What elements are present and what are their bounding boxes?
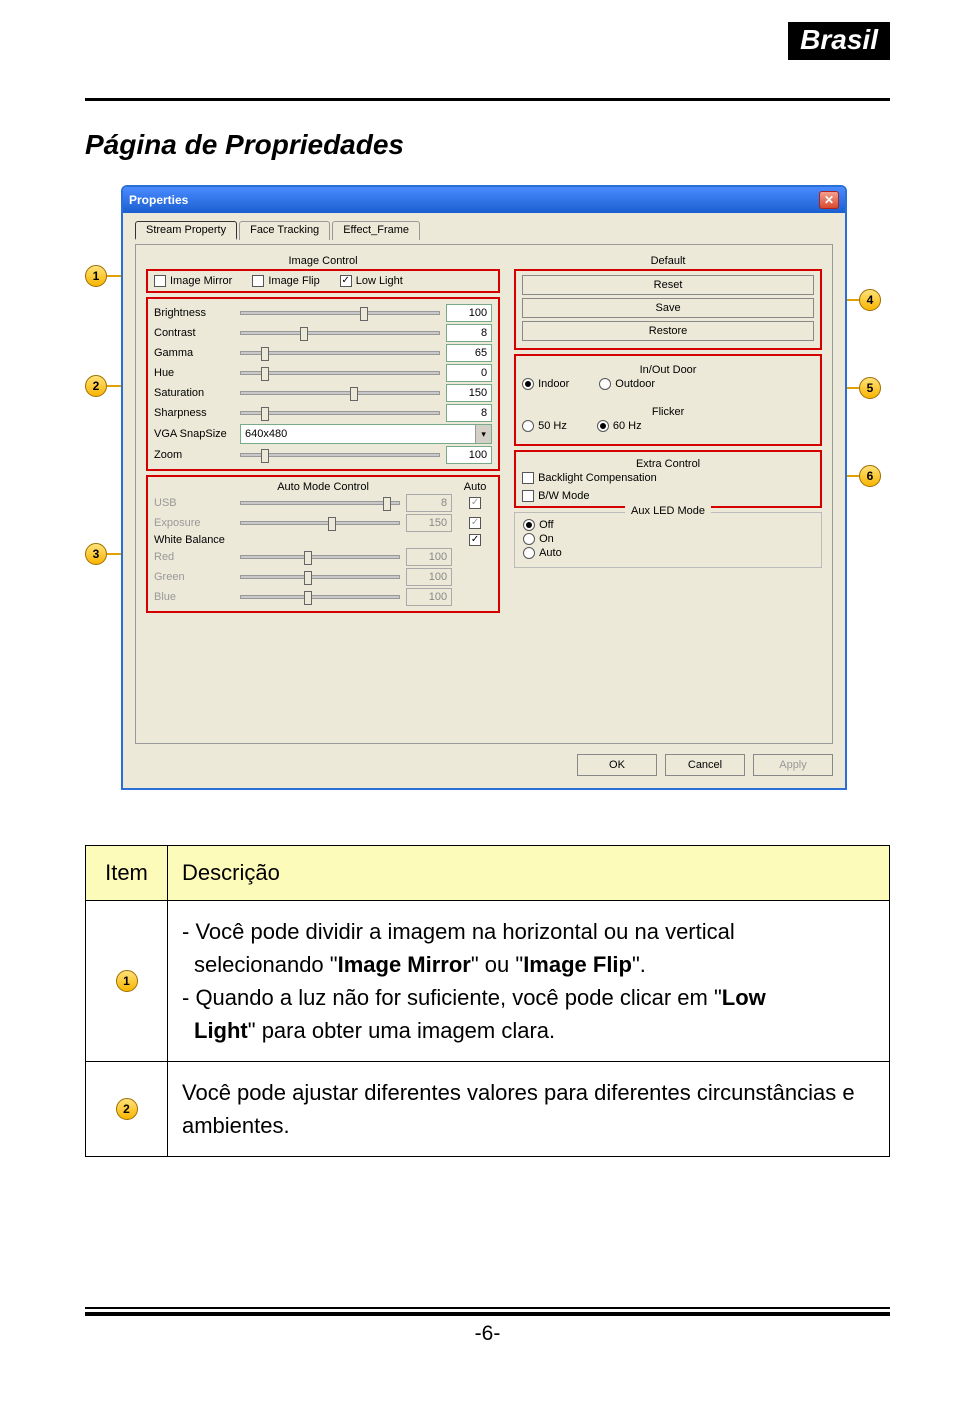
- aux-led-label: Aux LED Mode: [625, 505, 711, 517]
- dialog-figure: 1 2 3 4 5 6 Properties ✕ Stream Property…: [85, 185, 885, 805]
- table-row: 1 - Você pode dividir a imagem na horizo…: [86, 901, 890, 1062]
- apply-button[interactable]: Apply: [753, 754, 833, 776]
- value-gamma[interactable]: 65: [446, 344, 492, 362]
- auto-mode-control-label: Auto Mode Control: [234, 481, 412, 493]
- value-brightness[interactable]: 100: [446, 304, 492, 322]
- value-zoom[interactable]: 100: [446, 446, 492, 464]
- callout-3: 3: [85, 543, 107, 565]
- title-bar: Properties ✕: [123, 187, 845, 213]
- description-table: Item Descrição 1 - Você pode dividir a i…: [85, 845, 890, 1157]
- callout-4: 4: [859, 289, 881, 311]
- check-image-mirror[interactable]: Image Mirror: [154, 275, 232, 287]
- default-label: Default: [514, 253, 822, 269]
- slider-red: [240, 555, 400, 559]
- slider-saturation-track[interactable]: [240, 391, 440, 395]
- callout-5: 5: [859, 377, 881, 399]
- slider-sharpness-track[interactable]: [240, 411, 440, 415]
- auto-exposure-check[interactable]: ✓: [469, 517, 481, 529]
- top-rule: [85, 98, 890, 101]
- header-item: Item: [86, 846, 168, 901]
- row2-text: Você pode ajustar diferentes valores par…: [168, 1062, 890, 1157]
- image-control-checks: Image Mirror Image Flip ✓Low Light: [146, 269, 500, 293]
- close-button[interactable]: ✕: [819, 191, 839, 209]
- page-number: -6-: [85, 1322, 890, 1346]
- value-sharpness[interactable]: 8: [446, 404, 492, 422]
- extra-control-group: Extra Control Backlight Compensation B/W…: [514, 450, 822, 508]
- slider-brightness: Brightness100: [154, 303, 492, 323]
- tab-stream-property[interactable]: Stream Property: [135, 221, 237, 240]
- auto-column-label: Auto: [458, 481, 492, 493]
- image-control-label: Image Control: [146, 253, 500, 269]
- check-low-light[interactable]: ✓Low Light: [340, 275, 403, 287]
- callout-2: 2: [85, 375, 107, 397]
- value-hue[interactable]: 0: [446, 364, 492, 382]
- chevron-down-icon[interactable]: ▾: [475, 425, 491, 443]
- dialog-footer: OK Cancel Apply: [135, 754, 833, 776]
- radio-aux-auto[interactable]: Auto: [523, 547, 813, 559]
- auto-usb-check[interactable]: ✓: [469, 497, 481, 509]
- tab-face-tracking[interactable]: Face Tracking: [239, 221, 330, 240]
- properties-dialog: Properties ✕ Stream Property Face Tracki…: [121, 185, 847, 790]
- slider-blue: [240, 595, 400, 599]
- bottom-rule: [85, 1307, 890, 1309]
- extra-control-label: Extra Control: [522, 456, 814, 472]
- radio-outdoor[interactable]: Outdoor: [599, 378, 655, 390]
- tab-effect-frame[interactable]: Effect_Frame: [332, 221, 420, 240]
- slider-contrast-track[interactable]: [240, 331, 440, 335]
- callout-1: 1: [85, 265, 107, 287]
- auto-mode-group: Auto Mode ControlAuto USB8✓ Exposure150✓…: [146, 475, 500, 613]
- page-title: Página de Propriedades: [85, 129, 890, 161]
- slider-zoom-track[interactable]: [240, 453, 440, 457]
- table-row: 2 Você pode ajustar diferentes valores p…: [86, 1062, 890, 1157]
- slider-gamma-track[interactable]: [240, 351, 440, 355]
- slider-exposure: [240, 521, 400, 525]
- row1-callout: 1: [116, 970, 138, 992]
- check-image-flip[interactable]: Image Flip: [252, 275, 319, 287]
- inout-flicker-group: In/Out Door Indoor Outdoor Flicker: [514, 354, 822, 446]
- slider-usb: [240, 501, 400, 505]
- check-bw[interactable]: B/W Mode: [522, 490, 814, 502]
- radio-aux-on[interactable]: On: [523, 533, 813, 545]
- image-sliders-group: Brightness100 Contrast8 Gamma65 Hue0 Sat…: [146, 297, 500, 471]
- select-snapsize[interactable]: 640x480▾: [240, 424, 492, 444]
- row2-callout: 2: [116, 1098, 138, 1120]
- restore-button[interactable]: Restore: [522, 321, 814, 341]
- value-saturation[interactable]: 150: [446, 384, 492, 402]
- radio-aux-off[interactable]: Off: [523, 519, 813, 531]
- value-contrast[interactable]: 8: [446, 324, 492, 342]
- default-buttons-group: Reset Save Restore: [514, 269, 822, 350]
- radio-indoor[interactable]: Indoor: [522, 378, 569, 390]
- radio-60hz[interactable]: 60 Hz: [597, 420, 642, 432]
- header-description: Descrição: [168, 846, 890, 901]
- ok-button[interactable]: OK: [577, 754, 657, 776]
- radio-50hz[interactable]: 50 Hz: [522, 420, 567, 432]
- bottom-rule-thick: [85, 1312, 890, 1316]
- save-button[interactable]: Save: [522, 298, 814, 318]
- aux-led-group: Aux LED Mode Off On Auto: [514, 512, 822, 568]
- slider-green: [240, 575, 400, 579]
- check-backlight[interactable]: Backlight Compensation: [522, 472, 814, 484]
- flicker-label: Flicker: [522, 404, 814, 420]
- slider-brightness-track[interactable]: [240, 311, 440, 315]
- cancel-button[interactable]: Cancel: [665, 754, 745, 776]
- inout-door-label: In/Out Door: [522, 362, 814, 378]
- slider-hue-track[interactable]: [240, 371, 440, 375]
- auto-wb-check[interactable]: ✓: [469, 534, 481, 546]
- callout-6: 6: [859, 465, 881, 487]
- dialog-title: Properties: [129, 193, 188, 207]
- tab-strip: Stream Property Face Tracking Effect_Fra…: [135, 221, 833, 240]
- reset-button[interactable]: Reset: [522, 275, 814, 295]
- region-badge: Brasil: [788, 22, 890, 60]
